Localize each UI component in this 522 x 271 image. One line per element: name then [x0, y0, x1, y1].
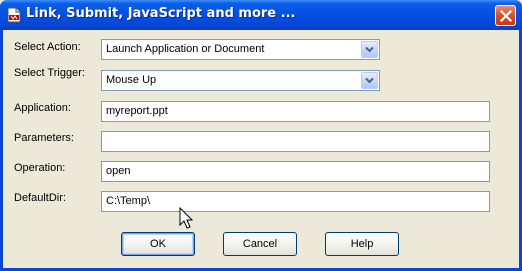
select-action-label: Select Action:: [14, 41, 81, 53]
select-trigger-value: Mouse Up: [106, 74, 157, 86]
title-bar[interactable]: Link, Submit, JavaScript and more ...: [0, 0, 522, 30]
pdf-document-icon: [6, 7, 22, 23]
close-x-icon: [500, 10, 512, 22]
chevron-down-icon: [365, 77, 374, 84]
select-action-dropdown-button[interactable]: [361, 41, 378, 58]
cancel-button[interactable]: Cancel: [223, 232, 297, 256]
dialog-body: Select Action: Launch Application or Doc…: [3, 30, 519, 268]
select-action-dropdown[interactable]: Launch Application or Document: [101, 39, 380, 60]
parameters-field[interactable]: [101, 131, 490, 152]
operation-field[interactable]: open: [101, 161, 490, 182]
select-trigger-dropdown-button[interactable]: [361, 72, 378, 89]
default-dir-value: C:\Temp\: [106, 195, 151, 207]
operation-value: open: [106, 165, 131, 177]
select-action-value: Launch Application or Document: [106, 43, 265, 55]
dialog-window: Link, Submit, JavaScript and more ... Se…: [0, 0, 522, 271]
operation-label: Operation:: [14, 162, 66, 174]
parameters-label: Parameters:: [14, 132, 74, 144]
application-field[interactable]: myreport.ppt: [101, 101, 490, 122]
help-button[interactable]: Help: [325, 232, 399, 256]
close-button[interactable]: [495, 5, 516, 26]
chevron-down-icon: [365, 46, 374, 53]
mouse-pointer-icon: [179, 207, 194, 229]
select-trigger-dropdown[interactable]: Mouse Up: [101, 70, 380, 91]
ok-button[interactable]: OK: [121, 232, 195, 256]
application-label: Application:: [14, 102, 71, 114]
default-dir-field[interactable]: C:\Temp\: [101, 191, 490, 212]
default-dir-label: DefaultDir:: [14, 192, 66, 204]
window-title: Link, Submit, JavaScript and more ...: [26, 6, 296, 21]
application-value: myreport.ppt: [106, 105, 168, 117]
select-trigger-label: Select Trigger:: [14, 67, 85, 79]
